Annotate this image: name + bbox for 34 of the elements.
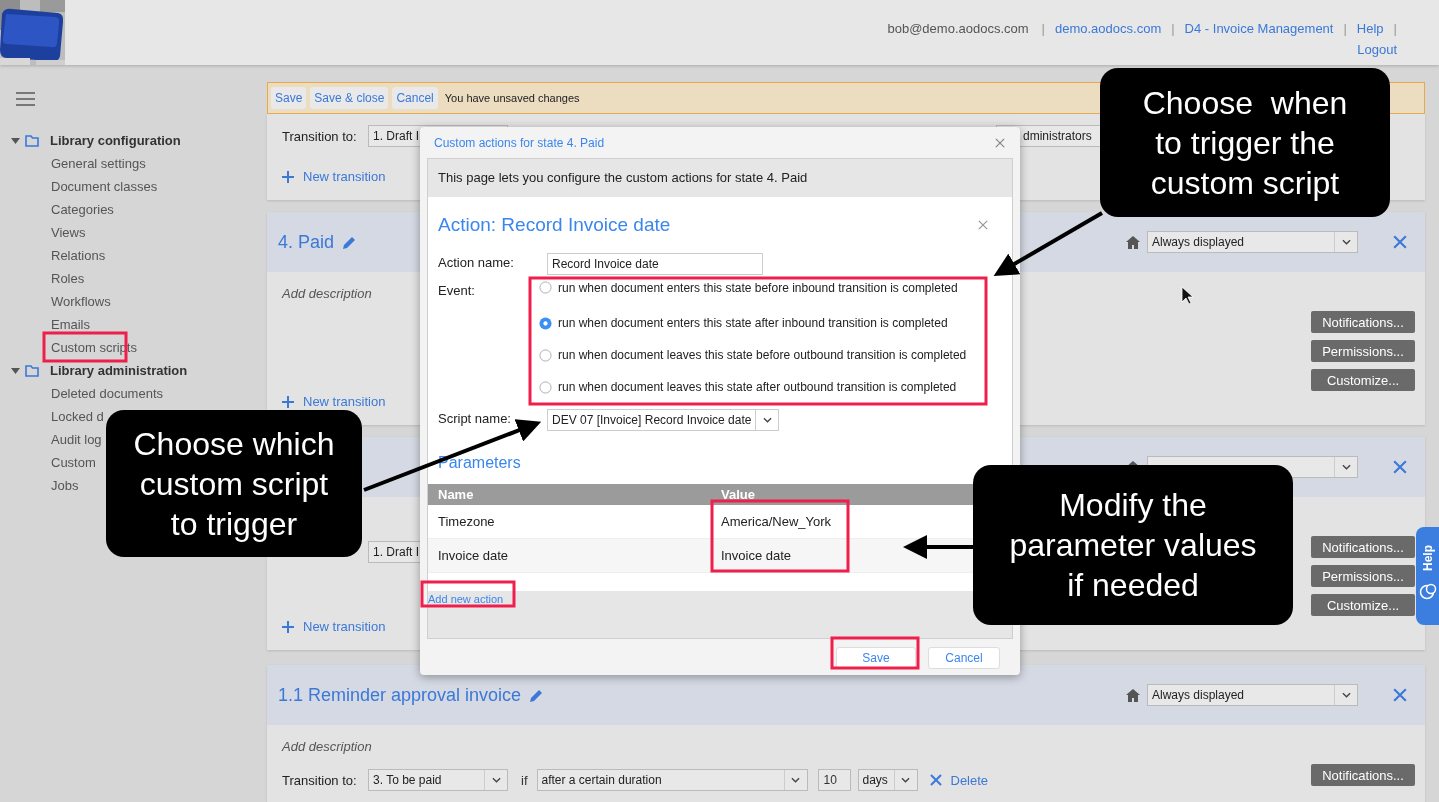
table-cell: Invoice date (428, 538, 711, 573)
field-label: Transition to: (282, 772, 358, 788)
callout-text: if needed (1067, 566, 1199, 605)
option-label: run when document enters this state after inbound transition is completed (558, 316, 948, 330)
field-label: Script name: (438, 410, 511, 428)
user-email: bob@demo.aodocs.com (887, 20, 1029, 38)
callout-text: to trigger (170, 504, 298, 544)
table-cell: Timezone (428, 505, 711, 539)
callout-text: parameter values (1009, 526, 1257, 565)
callout-text: Modify the (1059, 486, 1207, 525)
separator: | (1171, 20, 1175, 38)
option-label: run when document leaves this state after outbound transition is completed (558, 380, 957, 394)
callout-text: to trigger the (1155, 123, 1335, 163)
field-label: Event: (438, 282, 475, 300)
callout-text: Choose when (1142, 83, 1348, 123)
status-message: You have unsaved changes (444, 92, 580, 104)
intro-text: This page lets you configure the custom actions for state 4. Paid (428, 159, 1012, 197)
state-title: 1.1 Reminder approval invoice (278, 684, 522, 706)
separator: | (1041, 20, 1045, 38)
action-title: Action: Record Invoice date (438, 214, 671, 236)
callout-text: custom script (139, 464, 329, 504)
state-title: 4. Paid (278, 231, 335, 253)
option-label: run when document enters this state before inbound transition is completed (558, 281, 958, 295)
dialog-title: Custom actions for state 4. Paid (434, 135, 605, 150)
separator: | (1393, 20, 1397, 38)
field-label: Action name: (438, 254, 514, 272)
field-label: if (521, 772, 528, 788)
column-header: Name (428, 484, 711, 505)
section-heading: Parameters (438, 454, 522, 472)
separator: | (1343, 20, 1347, 38)
option-label: run when document leaves this state before outbound transition is completed (558, 348, 967, 362)
callout-text: Choose which (133, 424, 335, 464)
field-label: Transition to: (282, 128, 358, 144)
callout-text: custom script (1150, 163, 1340, 203)
